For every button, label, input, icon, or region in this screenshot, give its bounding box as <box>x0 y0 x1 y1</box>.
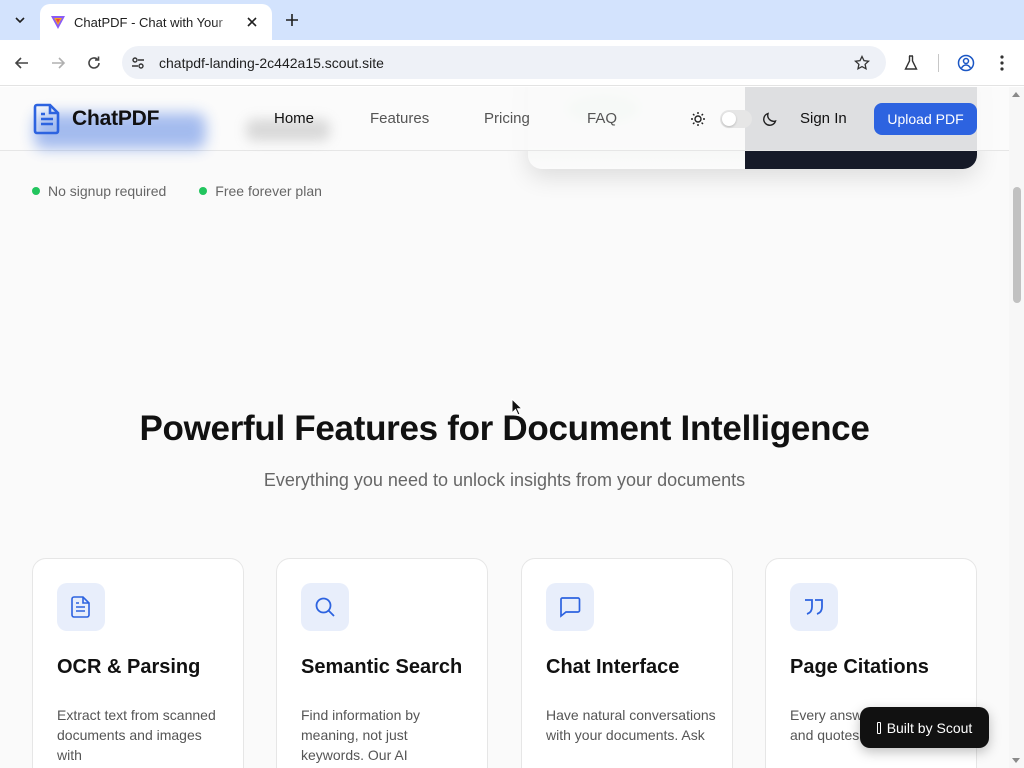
chevron-down-icon <box>15 17 25 24</box>
perk-item: No signup required <box>32 183 166 199</box>
nav-features[interactable]: Features <box>370 110 429 127</box>
sign-in-link[interactable]: Sign In <box>800 110 847 127</box>
quote-icon <box>805 599 823 615</box>
scroll-up-arrow[interactable] <box>1012 92 1020 97</box>
bookmark-button[interactable] <box>848 49 876 77</box>
site-header: ChatPDF Home Features Pricing FAQ Sign I… <box>0 87 1009 151</box>
labs-button[interactable] <box>899 51 923 75</box>
logo[interactable]: ChatPDF <box>33 103 159 135</box>
feature-card-search: Semantic Search Find information by mean… <box>276 558 488 768</box>
hero-perks: No signup required Free forever plan <box>32 183 355 199</box>
plus-icon <box>286 14 298 26</box>
favicon-icon <box>51 16 65 29</box>
site-info-button[interactable] <box>124 49 152 77</box>
card-icon-wrap <box>301 583 349 631</box>
card-title: Semantic Search <box>301 656 463 678</box>
page-viewport: ChatPDF Home Features Pricing FAQ Sign I… <box>0 87 1024 768</box>
perk-dot <box>199 187 208 195</box>
browser-tab[interactable]: ChatPDF - Chat with Your <box>40 4 272 40</box>
flask-icon <box>904 55 918 70</box>
moon-icon <box>763 112 777 126</box>
feature-card-ocr: OCR & Parsing Extract text from scanned … <box>32 558 244 768</box>
scout-logo-icon <box>876 721 881 734</box>
perk-label: No signup required <box>48 183 167 199</box>
back-button[interactable] <box>10 51 34 75</box>
perk-dot <box>32 187 40 195</box>
arrow-left-icon <box>14 57 28 69</box>
tab-search-button[interactable] <box>8 9 32 31</box>
theme-toggle[interactable] <box>690 107 778 131</box>
toolbar-divider <box>938 54 939 72</box>
chat-icon <box>560 597 581 618</box>
feature-card-chat: Chat Interface Have natural conversation… <box>521 558 733 768</box>
card-title: Chat Interface <box>546 656 680 678</box>
page-scrollbar[interactable] <box>1009 87 1024 768</box>
nav-home[interactable]: Home <box>274 110 314 127</box>
document-icon <box>33 103 60 135</box>
nav-pricing[interactable]: Pricing <box>484 110 530 127</box>
mouse-cursor-icon <box>511 398 523 416</box>
card-description: Find information by meaning, not just ke… <box>301 707 421 763</box>
card-description: Extract text from scanned documents and … <box>57 707 216 763</box>
built-by-scout-badge[interactable]: Built by Scout <box>860 707 989 748</box>
close-icon <box>247 17 257 27</box>
url-text: chatpdf-landing-2c442a15.scout.site <box>159 54 384 71</box>
card-icon-wrap <box>546 583 594 631</box>
card-title: Page Citations <box>790 656 929 678</box>
tab-close-button[interactable] <box>242 12 262 32</box>
logo-text: ChatPDF <box>72 107 160 130</box>
nav-faq[interactable]: FAQ <box>587 110 617 127</box>
sun-icon <box>691 112 705 126</box>
browser-toolbar: chatpdf-landing-2c442a15.scout.site <box>0 40 1024 86</box>
card-description: Have natural conversations with your doc… <box>546 707 716 743</box>
new-tab-button[interactable] <box>280 9 304 31</box>
account-circle-icon <box>957 54 975 72</box>
more-vertical-icon <box>1000 55 1004 71</box>
arrow-right-icon <box>52 57 66 69</box>
tune-icon <box>132 56 144 69</box>
upload-pdf-button[interactable]: Upload PDF <box>874 103 977 135</box>
reload-icon <box>88 56 100 69</box>
browser-tab-strip: ChatPDF - Chat with Your <box>0 0 1024 40</box>
scroll-down-arrow[interactable] <box>1012 758 1020 763</box>
scroll-thumb[interactable] <box>1013 187 1021 303</box>
card-title: OCR & Parsing <box>57 656 201 678</box>
tab-title: ChatPDF - Chat with Your <box>74 14 223 30</box>
features-title: Powerful Features for Document Intellige… <box>139 409 870 448</box>
forward-button[interactable] <box>46 51 70 75</box>
profile-button[interactable] <box>954 51 978 75</box>
perk-label: Free forever plan <box>215 183 322 199</box>
card-icon-wrap <box>57 583 105 631</box>
search-icon <box>315 597 335 617</box>
perk-item: Free forever plan <box>199 183 322 199</box>
badge-label: Built by Scout <box>886 719 973 736</box>
reload-button[interactable] <box>82 51 106 75</box>
features-subtitle: Everything you need to unlock insights f… <box>263 470 746 490</box>
address-bar[interactable]: chatpdf-landing-2c442a15.scout.site <box>122 46 886 79</box>
star-icon <box>854 54 870 70</box>
card-icon-wrap <box>790 583 838 631</box>
theme-switch[interactable] <box>720 110 752 128</box>
document-icon <box>71 596 90 618</box>
browser-menu-button[interactable] <box>990 51 1014 75</box>
